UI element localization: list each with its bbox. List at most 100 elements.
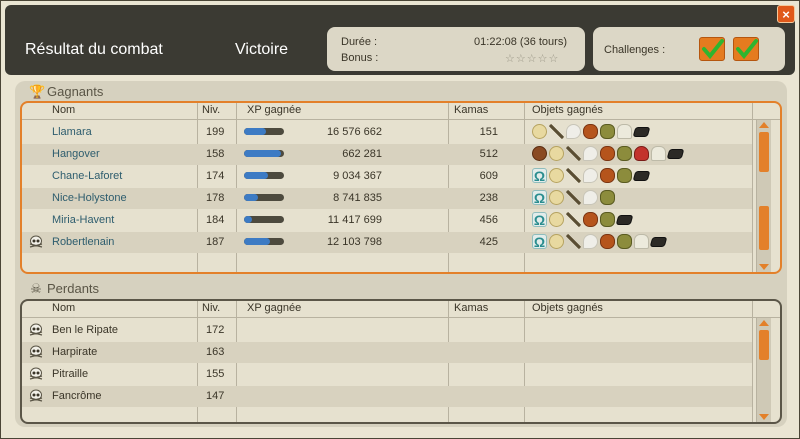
col-kamas: Kamas — [454, 104, 489, 116]
player-name[interactable]: Pitraille — [52, 368, 88, 380]
xp-gained: 11 417 699 — [327, 214, 382, 226]
winner-row[interactable]: Nice-Holystone 178 8 741 835 238 Ω — [22, 188, 752, 209]
player-level: 174 — [206, 170, 225, 182]
feather-item-icon[interactable] — [583, 234, 598, 249]
scroll-down-icon[interactable] — [759, 264, 769, 270]
player-name[interactable]: Robertlenain — [52, 236, 114, 248]
scroll-up-icon[interactable] — [759, 122, 769, 128]
black-item-icon[interactable] — [615, 215, 634, 225]
player-name[interactable]: Fancrôme — [52, 390, 102, 402]
feather-item-icon[interactable] — [566, 124, 581, 139]
skull-icon — [28, 235, 44, 249]
player-name[interactable]: Chane-Laforet — [52, 170, 122, 182]
scroll-thumb[interactable] — [759, 330, 769, 360]
seed-item-icon[interactable] — [549, 234, 564, 249]
close-button[interactable]: × — [777, 5, 795, 23]
loser-row[interactable]: Harpirate 163 — [22, 342, 752, 363]
winner-row[interactable]: Robertlenain 187 12 103 798 425 Ω — [22, 232, 752, 253]
meat-item-icon[interactable] — [600, 168, 615, 183]
black-item-icon[interactable] — [632, 127, 651, 137]
combat-result-window: Résultat du combat Victoire Durée : 01:2… — [0, 0, 800, 439]
player-level: 187 — [206, 236, 225, 248]
losers-table-header: Nom Niv. XP gagnée Kamas Objets gagnés — [22, 301, 780, 318]
nut-item-icon[interactable] — [532, 146, 547, 161]
loser-row[interactable]: Fancrôme 147 — [22, 386, 752, 407]
seed-item-icon[interactable] — [549, 146, 564, 161]
omega-item-icon[interactable]: Ω — [532, 212, 547, 228]
winners-scrollbar[interactable] — [756, 120, 771, 272]
glove-item-icon[interactable] — [651, 146, 666, 161]
omega-item-icon[interactable]: Ω — [532, 234, 547, 250]
scroll-up-icon[interactable] — [759, 320, 769, 326]
col-level: Niv. — [202, 302, 221, 314]
feather-item-icon[interactable] — [583, 146, 598, 161]
meat-item-icon[interactable] — [583, 124, 598, 139]
kamas-gained: 238 — [479, 192, 498, 204]
player-name[interactable]: Nice-Holystone — [52, 192, 127, 204]
xp-gained: 9 034 367 — [333, 170, 382, 182]
black-item-icon[interactable] — [649, 237, 668, 247]
black-item-icon[interactable] — [632, 171, 651, 181]
xp-progress-bar — [244, 216, 284, 223]
stick-item-icon[interactable] — [566, 234, 581, 249]
col-level: Niv. — [202, 104, 221, 116]
winner-row[interactable]: Llamara 199 16 576 662 151 — [22, 122, 752, 143]
scroll-down-icon[interactable] — [759, 414, 769, 420]
player-name[interactable]: Hangover — [52, 148, 100, 160]
meat-item-icon[interactable] — [600, 146, 615, 161]
seed-item-icon[interactable] — [549, 212, 564, 227]
stick-item-icon[interactable] — [566, 146, 581, 161]
shell-item-icon[interactable] — [600, 124, 615, 139]
seed-item-icon[interactable] — [532, 124, 547, 139]
xp-progress-fill — [244, 238, 270, 245]
mush-item-icon[interactable] — [634, 146, 649, 161]
player-name[interactable]: Llamara — [52, 126, 92, 138]
xp-progress-bar — [244, 128, 284, 135]
player-name[interactable]: Miria-Havent — [52, 214, 114, 226]
glove-item-icon[interactable] — [634, 234, 649, 249]
glove-item-icon[interactable] — [617, 124, 632, 139]
shell-item-icon[interactable] — [600, 190, 615, 205]
skull-icon — [28, 323, 44, 337]
skull-icon — [28, 367, 44, 381]
stick-item-icon[interactable] — [566, 212, 581, 227]
player-name[interactable]: Harpirate — [52, 346, 97, 358]
winner-row[interactable]: Miria-Havent 184 11 417 699 456 Ω — [22, 210, 752, 231]
stick-item-icon[interactable] — [566, 168, 581, 183]
stick-item-icon[interactable] — [549, 124, 564, 139]
loser-row[interactable]: Ben le Ripate 172 — [22, 320, 752, 341]
shell-item-icon[interactable] — [617, 168, 632, 183]
seed-item-icon[interactable] — [549, 168, 564, 183]
player-name[interactable]: Ben le Ripate — [52, 324, 118, 336]
meat-item-icon[interactable] — [600, 234, 615, 249]
winner-row[interactable]: Chane-Laforet 174 9 034 367 609 Ω — [22, 166, 752, 187]
challenge-success-icon[interactable] — [699, 37, 725, 61]
xp-progress-fill — [244, 128, 266, 135]
scroll-thumb[interactable] — [759, 132, 769, 172]
scroll-thumb[interactable] — [759, 206, 769, 250]
challenge-success-icon[interactable] — [733, 37, 759, 61]
skull-icon — [28, 345, 44, 359]
shell-item-icon[interactable] — [617, 146, 632, 161]
stick-item-icon[interactable] — [566, 190, 581, 205]
omega-item-icon[interactable]: Ω — [532, 168, 547, 184]
title-bar: Résultat du combat Victoire Durée : 01:2… — [5, 5, 795, 75]
omega-item-icon[interactable]: Ω — [532, 190, 547, 206]
losers-scrollbar[interactable] — [756, 318, 771, 422]
feather-item-icon[interactable] — [583, 190, 598, 205]
col-kamas: Kamas — [454, 302, 489, 314]
xp-progress-fill — [244, 194, 258, 201]
player-level: 172 — [206, 324, 225, 336]
loser-row[interactable]: Pitraille 155 — [22, 364, 752, 385]
meat-item-icon[interactable] — [583, 212, 598, 227]
xp-gained: 16 576 662 — [326, 126, 382, 138]
seed-item-icon[interactable] — [549, 190, 564, 205]
black-item-icon[interactable] — [666, 149, 685, 159]
shell-item-icon[interactable] — [617, 234, 632, 249]
winners-table-header: Nom Niv. XP gagnée Kamas Objets gagnés — [22, 103, 780, 120]
feather-item-icon[interactable] — [583, 168, 598, 183]
winner-row[interactable]: Hangover 158 662 281 512 — [22, 144, 752, 165]
shell-item-icon[interactable] — [600, 212, 615, 227]
kamas-gained: 456 — [479, 214, 498, 226]
trophy-icon: 🏆 — [29, 84, 46, 99]
